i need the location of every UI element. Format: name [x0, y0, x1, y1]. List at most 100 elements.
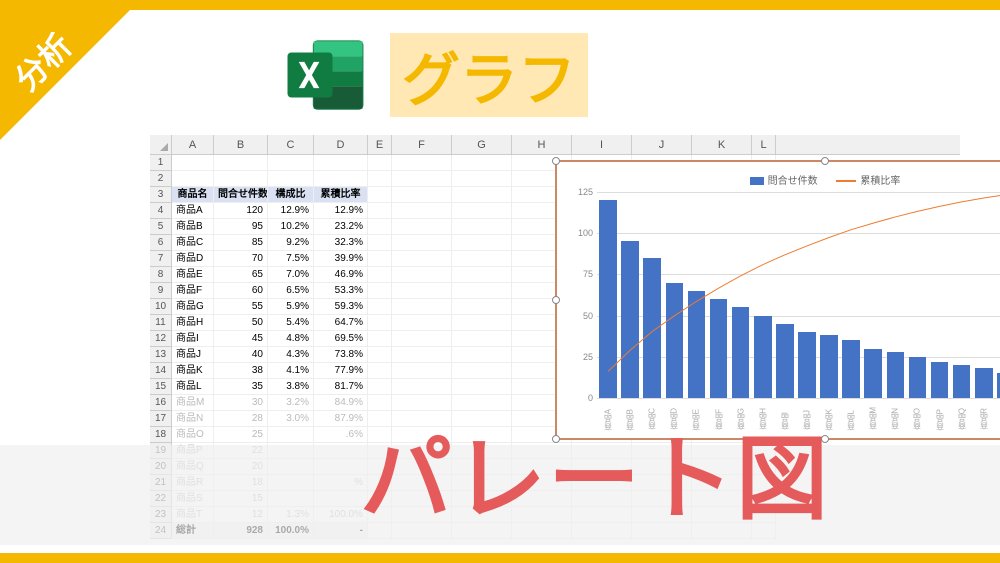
row-header-6[interactable]: 6	[150, 235, 172, 251]
cell[interactable]	[392, 347, 452, 363]
cell[interactable]: 6.5%	[268, 283, 314, 299]
col-header-I[interactable]: I	[572, 135, 632, 154]
col-header-G[interactable]: G	[452, 135, 512, 154]
row-header-15[interactable]: 15	[150, 379, 172, 395]
col-header-H[interactable]: H	[512, 135, 572, 154]
cell[interactable]	[452, 267, 512, 283]
cell[interactable]: 構成比	[268, 187, 314, 203]
cell[interactable]	[392, 155, 452, 171]
cell[interactable]	[392, 187, 452, 203]
cell[interactable]: 商品G	[172, 299, 214, 315]
cell[interactable]	[214, 171, 268, 187]
col-header-D[interactable]: D	[314, 135, 368, 154]
cell[interactable]	[368, 331, 392, 347]
cell[interactable]: 3.8%	[268, 379, 314, 395]
cell[interactable]	[368, 155, 392, 171]
cell[interactable]	[368, 283, 392, 299]
col-header-A[interactable]: A	[172, 135, 214, 154]
row-header-14[interactable]: 14	[150, 363, 172, 379]
cell[interactable]: 30	[214, 395, 268, 411]
cell[interactable]: 4.3%	[268, 347, 314, 363]
row-header-4[interactable]: 4	[150, 203, 172, 219]
row-header-10[interactable]: 10	[150, 299, 172, 315]
row-header-16[interactable]: 16	[150, 395, 172, 411]
cell[interactable]: 69.5%	[314, 331, 368, 347]
cell[interactable]: 60	[214, 283, 268, 299]
row-header-18[interactable]: 18	[150, 427, 172, 443]
cell[interactable]	[368, 363, 392, 379]
cell[interactable]	[452, 203, 512, 219]
cell[interactable]: 77.9%	[314, 363, 368, 379]
resize-handle-tl[interactable]	[552, 157, 560, 165]
cell[interactable]	[392, 283, 452, 299]
cell[interactable]	[214, 155, 268, 171]
cell[interactable]: 95	[214, 219, 268, 235]
cell[interactable]	[452, 251, 512, 267]
col-header-L[interactable]: L	[752, 135, 776, 154]
cell[interactable]	[452, 315, 512, 331]
col-header-J[interactable]: J	[632, 135, 692, 154]
row-header-3[interactable]: 3	[150, 187, 172, 203]
cell[interactable]: 4.8%	[268, 331, 314, 347]
cell[interactable]: 46.9%	[314, 267, 368, 283]
cell[interactable]: 81.7%	[314, 379, 368, 395]
cell[interactable]: 5.9%	[268, 299, 314, 315]
cell[interactable]	[452, 283, 512, 299]
row-header-13[interactable]: 13	[150, 347, 172, 363]
cell[interactable]	[452, 187, 512, 203]
cell[interactable]: 商品M	[172, 395, 214, 411]
cell[interactable]	[172, 155, 214, 171]
cell[interactable]: 85	[214, 235, 268, 251]
cell[interactable]	[368, 347, 392, 363]
cell[interactable]: 商品H	[172, 315, 214, 331]
col-header-K[interactable]: K	[692, 135, 752, 154]
cell[interactable]: 10.2%	[268, 219, 314, 235]
chart-object[interactable]: 問合せ件数 累積比率 02550751001250.0%20.0%40.0%60…	[555, 160, 1000, 440]
row-header-12[interactable]: 12	[150, 331, 172, 347]
cell[interactable]	[392, 203, 452, 219]
cell[interactable]: 25	[214, 427, 268, 443]
resize-handle-ml[interactable]	[552, 296, 560, 304]
cell[interactable]: 商品F	[172, 283, 214, 299]
cell[interactable]	[392, 363, 452, 379]
col-header-B[interactable]: B	[214, 135, 268, 154]
cell[interactable]: 12.9%	[314, 203, 368, 219]
cell[interactable]	[392, 379, 452, 395]
cell[interactable]: 5.4%	[268, 315, 314, 331]
cell[interactable]: 70	[214, 251, 268, 267]
cell[interactable]: 40	[214, 347, 268, 363]
cell[interactable]: 商品N	[172, 411, 214, 427]
row-header-2[interactable]: 2	[150, 171, 172, 187]
cell[interactable]: 商品D	[172, 251, 214, 267]
cell[interactable]	[452, 235, 512, 251]
cell[interactable]: 59.3%	[314, 299, 368, 315]
cell[interactable]: 65	[214, 267, 268, 283]
cell[interactable]: 120	[214, 203, 268, 219]
row-header-11[interactable]: 11	[150, 315, 172, 331]
cell[interactable]	[392, 235, 452, 251]
cell[interactable]: 73.8%	[314, 347, 368, 363]
cell[interactable]	[268, 171, 314, 187]
cell[interactable]	[452, 363, 512, 379]
cell[interactable]	[368, 315, 392, 331]
cell[interactable]: 32.3%	[314, 235, 368, 251]
cell[interactable]: 7.5%	[268, 251, 314, 267]
cell[interactable]	[452, 331, 512, 347]
cell[interactable]: 23.2%	[314, 219, 368, 235]
cell[interactable]	[368, 251, 392, 267]
resize-handle-tm[interactable]	[821, 157, 829, 165]
cell[interactable]	[268, 155, 314, 171]
cell[interactable]	[368, 203, 392, 219]
cell[interactable]	[452, 379, 512, 395]
col-header-F[interactable]: F	[392, 135, 452, 154]
cell[interactable]: 商品L	[172, 379, 214, 395]
cell[interactable]: 3.0%	[268, 411, 314, 427]
cell[interactable]	[314, 171, 368, 187]
cell[interactable]	[368, 171, 392, 187]
cell[interactable]: 商品I	[172, 331, 214, 347]
cell[interactable]	[452, 299, 512, 315]
cell[interactable]	[392, 331, 452, 347]
row-header-17[interactable]: 17	[150, 411, 172, 427]
cell[interactable]: 3.2%	[268, 395, 314, 411]
row-header-7[interactable]: 7	[150, 251, 172, 267]
